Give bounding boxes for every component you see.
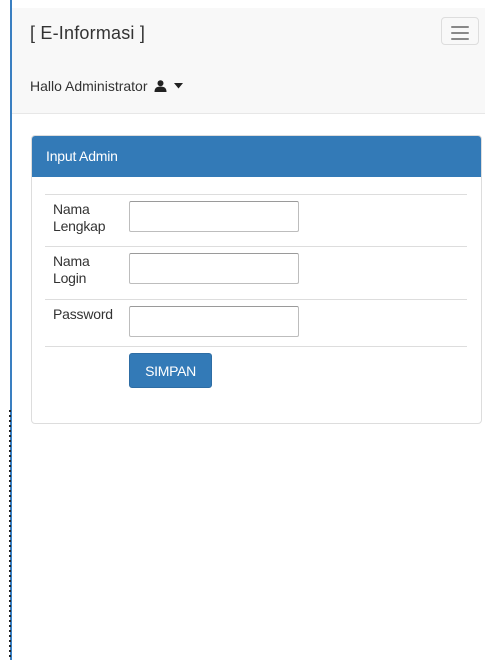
user-dropdown-toggle[interactable]: Hallo Administrator <box>30 78 183 94</box>
login-name-cell <box>129 246 467 300</box>
navbar: [ E-Informasi ] Hallo Administrator <box>12 8 485 114</box>
form-row-login-name: Nama Login <box>45 246 467 300</box>
password-label-text: Password <box>53 306 113 322</box>
login-name-label-line2: Login <box>53 270 87 286</box>
login-name-label: Nama Login <box>45 246 129 300</box>
hamburger-icon-bar-3 <box>451 38 469 40</box>
user-greeting: Hallo Administrator <box>30 78 148 94</box>
full-name-label: Nama Lengkap <box>45 194 129 247</box>
password-input[interactable] <box>129 306 299 337</box>
user-icon <box>154 80 166 92</box>
form-row-password: Password <box>45 299 467 347</box>
menu-toggle-button[interactable] <box>441 17 479 45</box>
hamburger-icon-bar-2 <box>451 32 469 34</box>
admin-form: Nama Lengkap Nama Login Password SIMPAN <box>45 194 467 401</box>
login-name-label-line1: Nama <box>53 253 90 269</box>
caret-down-icon <box>173 83 183 89</box>
actions-cell: SIMPAN <box>129 346 467 401</box>
window-edge-shadow <box>9 410 11 660</box>
input-admin-panel: Input Admin Nama Lengkap Nama Login Pass… <box>31 135 482 424</box>
password-cell <box>129 299 467 347</box>
full-name-label-line1: Nama <box>53 201 90 217</box>
password-label: Password <box>45 299 129 347</box>
form-row-actions: SIMPAN <box>45 346 467 401</box>
full-name-cell <box>129 194 467 247</box>
form-row-full-name: Nama Lengkap <box>45 194 467 247</box>
hamburger-icon <box>451 26 469 28</box>
brand-link[interactable]: [ E-Informasi ] <box>30 23 145 44</box>
full-name-label-line2: Lengkap <box>53 218 106 234</box>
panel-title: Input Admin <box>32 136 481 177</box>
save-button[interactable]: SIMPAN <box>129 353 212 388</box>
login-name-input[interactable] <box>129 253 299 284</box>
actions-spacer <box>45 346 129 401</box>
full-name-input[interactable] <box>129 201 299 232</box>
page: [ E-Informasi ] Hallo Administrator Inpu… <box>0 0 485 660</box>
